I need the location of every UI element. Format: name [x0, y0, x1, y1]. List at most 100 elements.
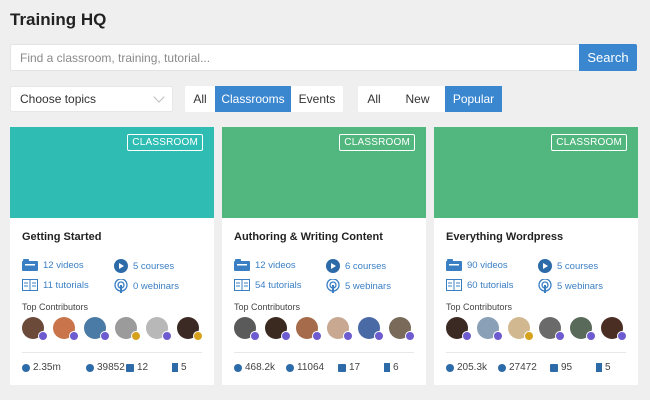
courses-stat[interactable]: 6 courses	[326, 259, 386, 273]
questions-count: 39852	[86, 362, 125, 373]
card-title[interactable]: Everything Wordpress	[446, 231, 563, 243]
messages-count: 95	[550, 362, 572, 373]
comment-icon	[22, 363, 30, 372]
video-folder-icon	[22, 259, 38, 271]
avatar[interactable]	[84, 317, 110, 341]
webinars-stat[interactable]: 5 webinars	[538, 279, 603, 293]
avatar[interactable]	[22, 317, 48, 341]
mail-icon	[126, 363, 134, 372]
book-icon	[446, 279, 462, 291]
book-icon	[234, 279, 250, 291]
comments-count: 468.2k	[234, 362, 275, 373]
avatar[interactable]	[570, 317, 596, 341]
broadcast-icon	[538, 279, 552, 293]
tab-events[interactable]: Events	[291, 86, 343, 112]
bookmarks-count: 5	[172, 362, 187, 373]
tutorials-stat[interactable]: 11 tutorials	[22, 279, 89, 291]
play-circle-icon	[326, 259, 340, 273]
level-badge-icon	[312, 331, 322, 341]
questions-count: 11064	[286, 362, 324, 373]
broadcast-icon	[114, 279, 128, 293]
level-badge-icon	[281, 331, 291, 341]
classroom-card[interactable]: CLASSROOM Everything Wordpress 90 videos…	[434, 127, 638, 385]
contributor-avatars	[234, 317, 420, 341]
level-badge-icon	[38, 331, 48, 341]
search-button[interactable]: Search	[579, 44, 637, 71]
level-badge-icon	[586, 331, 596, 341]
webinars-stat[interactable]: 0 webinars	[114, 279, 179, 293]
avatar[interactable]	[508, 317, 534, 341]
courses-stat[interactable]: 5 courses	[538, 259, 598, 273]
card-title[interactable]: Getting Started	[22, 231, 101, 243]
broadcast-icon	[326, 279, 340, 293]
courses-stat[interactable]: 5 courses	[114, 259, 174, 273]
mail-icon	[550, 363, 558, 372]
avatar[interactable]	[327, 317, 353, 341]
avatar[interactable]	[265, 317, 291, 341]
card-banner: CLASSROOM	[434, 127, 638, 218]
bookmark-icon	[384, 363, 390, 372]
video-folder-icon	[234, 259, 250, 271]
level-badge-icon	[250, 331, 260, 341]
question-icon	[86, 363, 94, 372]
video-folder-icon	[446, 259, 462, 271]
tab-all-types[interactable]: All	[185, 86, 215, 112]
search-bar: Search	[10, 44, 637, 71]
card-title[interactable]: Authoring & Writing Content	[234, 231, 383, 243]
divider	[234, 352, 414, 353]
play-circle-icon	[538, 259, 552, 273]
messages-count: 17	[338, 362, 360, 373]
level-badge-icon	[524, 331, 534, 341]
tutorials-stat[interactable]: 60 tutorials	[446, 279, 513, 291]
topics-label: Choose topics	[20, 92, 97, 106]
avatar[interactable]	[477, 317, 503, 341]
classroom-card[interactable]: CLASSROOM Getting Started 12 videos 5 co…	[10, 127, 214, 385]
level-badge-icon	[405, 331, 415, 341]
bookmark-icon	[596, 363, 602, 372]
messages-count: 12	[126, 362, 148, 373]
avatar[interactable]	[539, 317, 565, 341]
classroom-badge: CLASSROOM	[339, 134, 415, 151]
contributors-label: Top Contributors	[234, 302, 301, 312]
avatar[interactable]	[115, 317, 141, 341]
classroom-badge: CLASSROOM	[551, 134, 627, 151]
tab-new[interactable]: New	[390, 86, 445, 112]
level-badge-icon	[131, 331, 141, 341]
videos-stat[interactable]: 12 videos	[234, 259, 296, 271]
comment-icon	[446, 363, 454, 372]
classroom-card[interactable]: CLASSROOM Authoring & Writing Content 12…	[222, 127, 426, 385]
topics-dropdown[interactable]: Choose topics	[10, 86, 173, 112]
question-icon	[498, 363, 506, 372]
avatar[interactable]	[53, 317, 79, 341]
contributors-label: Top Contributors	[446, 302, 513, 312]
level-badge-icon	[343, 331, 353, 341]
type-filter: All Classrooms Events	[185, 86, 343, 112]
avatar[interactable]	[601, 317, 627, 341]
videos-stat[interactable]: 12 videos	[22, 259, 84, 271]
contributors-label: Top Contributors	[22, 302, 89, 312]
avatar[interactable]	[389, 317, 415, 341]
avatar[interactable]	[146, 317, 172, 341]
level-badge-icon	[193, 331, 203, 341]
chevron-down-icon	[153, 91, 165, 103]
avatar[interactable]	[446, 317, 472, 341]
avatar[interactable]	[296, 317, 322, 341]
bookmarks-count: 5	[596, 362, 611, 373]
bookmark-icon	[172, 363, 178, 372]
avatar[interactable]	[177, 317, 203, 341]
level-badge-icon	[462, 331, 472, 341]
level-badge-icon	[555, 331, 565, 341]
search-input[interactable]	[10, 44, 579, 71]
tab-classrooms[interactable]: Classrooms	[215, 86, 291, 112]
videos-stat[interactable]: 90 videos	[446, 259, 508, 271]
tab-popular[interactable]: Popular	[445, 86, 502, 112]
webinars-stat[interactable]: 5 webinars	[326, 279, 391, 293]
card-banner: CLASSROOM	[222, 127, 426, 218]
avatar[interactable]	[234, 317, 260, 341]
tutorials-stat[interactable]: 54 tutorials	[234, 279, 301, 291]
card-banner: CLASSROOM	[10, 127, 214, 218]
question-icon	[286, 363, 294, 372]
avatar[interactable]	[358, 317, 384, 341]
level-badge-icon	[493, 331, 503, 341]
tab-all-sort[interactable]: All	[358, 86, 390, 112]
